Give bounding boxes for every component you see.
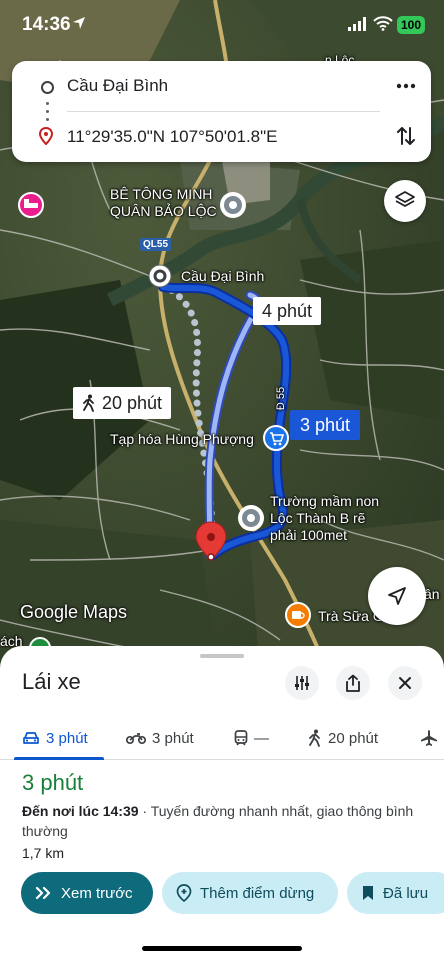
tab-flight[interactable] <box>420 726 438 750</box>
route-connector-dots <box>46 102 49 126</box>
location-arrow-icon <box>73 17 85 29</box>
tab-walking[interactable]: 20 phút <box>308 726 378 750</box>
add-stop-button[interactable]: Thêm điểm dừng <box>162 872 338 914</box>
school-label-line1: Trường mầm non <box>270 493 380 509</box>
sheet-grabber[interactable] <box>200 654 244 658</box>
cellular-signal-icon <box>348 17 366 31</box>
arrival-time: Đến nơi lúc 14:39 <box>22 803 139 819</box>
tab-transit[interactable]: — <box>234 726 269 750</box>
active-tab-indicator <box>14 757 104 760</box>
airplane-icon <box>421 730 437 746</box>
layers-button[interactable] <box>384 180 426 222</box>
route-distance: 1,7 km <box>22 845 65 861</box>
swap-directions-icon[interactable] <box>393 123 419 149</box>
sliders-icon <box>295 676 309 690</box>
poi-concrete-label-line1: BÊ TÔNG MINH <box>110 186 213 202</box>
destination-input[interactable]: 11°29'35.0"N 107°50'01.8"E <box>67 127 278 147</box>
walking-person-icon <box>83 394 94 412</box>
walking-icon <box>309 729 320 747</box>
bookmark-icon <box>363 886 373 900</box>
origin-input[interactable]: Cầu Đại Bình <box>67 76 168 96</box>
tab-transit-label: — <box>254 729 269 747</box>
preview-button-label: Xem trước <box>61 884 133 902</box>
hotel-bed-icon[interactable] <box>18 192 44 218</box>
poi-concrete-label: BÊ TÔNG MINH QUÂN BẢO LỘC <box>110 186 217 220</box>
battery-indicator: 100 <box>397 16 425 34</box>
close-button[interactable] <box>388 666 422 700</box>
status-time: 14:36 <box>22 14 71 35</box>
preview-button[interactable]: Xem trước <box>21 872 153 914</box>
double-chevron-icon <box>35 886 51 900</box>
right-place-label: ân <box>424 586 440 602</box>
walking-duration-label: 20 phút <box>102 393 163 413</box>
poi-concrete-label-line2: QUÂN BẢO LỘC <box>110 203 217 219</box>
divider <box>67 111 380 112</box>
school-label-line2: Lộc Thành B rẽ <box>270 510 366 526</box>
tab-walking-label: 20 phút <box>328 729 379 747</box>
route-options-button[interactable] <box>285 666 319 700</box>
travel-mode-tabs: 3 phút 3 phút — 20 phút <box>0 716 444 760</box>
route-description: Đến nơi lúc 14:39 · Tuyến đường nhanh nh… <box>22 801 422 841</box>
road-d55-label: Đ 55 <box>275 386 288 411</box>
share-button[interactable] <box>336 666 370 700</box>
school-label-line3: phải 100met <box>270 527 348 543</box>
home-indicator <box>142 946 302 951</box>
grocery-cart-icon[interactable] <box>263 425 289 451</box>
layers-icon <box>395 191 415 207</box>
walking-duration[interactable]: 20 phút <box>73 387 172 419</box>
add-stop-label: Thêm điểm dừng <box>200 884 315 902</box>
save-button-label: Đã lưu <box>383 884 429 902</box>
grocery-label: Tạp hóa Hùng Phượng <box>110 431 254 447</box>
navigation-arrow-icon <box>388 587 406 605</box>
tab-driving[interactable]: 3 phút <box>22 726 88 750</box>
directions-sheet: Lái xe 3 phút 3 phút — 20 phút 3 phút Đế… <box>0 646 444 960</box>
cafe-cup-icon[interactable] <box>285 602 311 628</box>
alt-route-duration[interactable]: 4 phút <box>253 297 322 325</box>
tab-driving-label: 3 phút <box>46 729 88 747</box>
origin-circle-icon <box>41 81 54 94</box>
save-button[interactable]: Đã lưu <box>347 872 444 914</box>
road-ql55-label: QL55 <box>140 238 172 251</box>
add-location-icon <box>176 884 192 902</box>
destination-pin-small-icon <box>39 127 53 145</box>
poi-concrete-icon[interactable] <box>220 192 246 218</box>
wifi-icon <box>373 16 393 31</box>
route-search-card: Cầu Đại Bình 11°29'35.0"N 107°50'01.8"E <box>12 61 431 162</box>
tab-motorbike[interactable]: 3 phút <box>126 726 194 750</box>
close-icon <box>399 677 411 689</box>
bridge-label: Cầu Đại Bình <box>181 268 265 284</box>
action-chips: Xem trước Thêm điểm dừng Đã lưu <box>21 872 444 914</box>
car-icon <box>23 732 39 744</box>
poi-school-icon[interactable] <box>238 505 264 531</box>
motorbike-icon <box>126 733 146 745</box>
google-maps-logo: Google Maps <box>20 602 128 622</box>
route-duration: 3 phút <box>22 770 84 795</box>
tab-motorbike-label: 3 phút <box>152 729 194 747</box>
origin-marker[interactable] <box>148 264 172 288</box>
my-location-button[interactable] <box>368 567 426 625</box>
share-icon <box>346 674 360 692</box>
school-label: Trường mầm non Lộc Thành B rẽ phải 100me… <box>270 493 379 544</box>
train-icon <box>234 730 248 746</box>
selected-route-duration[interactable]: 3 phút <box>290 410 361 440</box>
status-bar: 14:36 100 <box>0 0 444 52</box>
sheet-title: Lái xe <box>22 669 81 694</box>
more-options-icon[interactable] <box>393 73 419 99</box>
